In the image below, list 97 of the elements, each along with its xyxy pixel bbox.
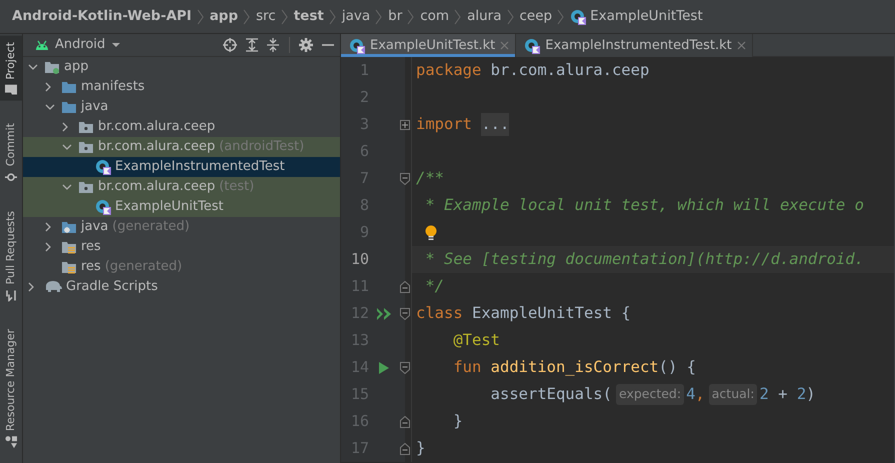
chevron-icon (407, 8, 416, 24)
tree-item[interactable]: Gradle Scripts (23, 277, 340, 297)
code-keyword: , (695, 384, 705, 405)
kotlin-class-icon (524, 38, 540, 54)
resource-folder-icon (61, 240, 77, 254)
code-function-name: addition_isCorrect (490, 356, 659, 378)
chevron-icon (454, 8, 462, 24)
breadcrumb-link[interactable]: src (256, 6, 276, 27)
lightbulb-icon[interactable] (425, 224, 437, 240)
breadcrumb-link[interactable]: com (420, 6, 450, 27)
code-keyword: fun (452, 356, 482, 378)
chevron-icon (557, 8, 566, 24)
package-folder-icon (78, 120, 94, 134)
chevron-icon (328, 8, 337, 24)
breadcrumb-link[interactable]: ceep (520, 6, 552, 27)
fold-end-icon[interactable] (400, 280, 410, 292)
folder-icon (61, 100, 77, 114)
tree-item[interactable]: res (generated) (23, 257, 340, 277)
resource-folder-icon (61, 260, 77, 274)
code-keyword: package (416, 60, 482, 81)
kotlin-class-icon (349, 38, 365, 54)
fold-start-icon[interactable] (400, 308, 410, 320)
expand-all-icon[interactable] (246, 38, 258, 52)
module-folder-icon (44, 60, 60, 74)
code-comment: /** (416, 168, 444, 189)
kotlin-class-icon (95, 199, 111, 215)
line-number: 10 (350, 249, 369, 270)
code-number: 2 (796, 384, 806, 405)
tree-item[interactable]: java (generated) (23, 217, 340, 237)
editor-tab[interactable]: ExampleUnitTest.kt (341, 34, 516, 57)
code-text: } (452, 410, 463, 432)
settings-icon[interactable] (299, 38, 313, 52)
tree-item[interactable]: br.com.alura.ceep (23, 117, 340, 137)
parameter-hint: actual: (708, 384, 758, 405)
tree-item[interactable]: ExampleUnitTest (23, 197, 340, 217)
folded-imports[interactable]: ... (481, 112, 510, 136)
code-text: ) (806, 384, 816, 405)
code-text: () { (658, 356, 696, 378)
expand-fold-icon[interactable] (400, 120, 410, 130)
shapes-icon (5, 436, 17, 448)
tool-window-tab[interactable]: Pull Requests (0, 204, 22, 308)
code-comment: */ (424, 276, 444, 297)
code-keyword: class (416, 302, 464, 324)
breadcrumb-link[interactable]: app (210, 6, 238, 27)
folder-icon (61, 80, 77, 94)
fold-end-icon[interactable] (400, 416, 410, 428)
package-folder-icon (78, 140, 94, 154)
code-text: assertEquals( (490, 384, 612, 405)
tree-item[interactable]: res (23, 237, 340, 257)
breadcrumb-link[interactable]: br (388, 6, 402, 27)
tool-window-tab[interactable]: Commit (0, 116, 22, 189)
caret-icon (111, 42, 122, 48)
fold-end-icon[interactable] (400, 442, 410, 454)
chevron-icon (196, 8, 205, 24)
breadcrumb-link[interactable]: ExampleUnitTest (590, 6, 703, 27)
editor-tab[interactable]: ExampleInstrumentedTest.kt (516, 34, 753, 57)
chevron-icon (280, 8, 289, 24)
code-text: br.com.alura.ceep (490, 60, 650, 81)
breadcrumb-link[interactable]: Android-Kotlin-Web-API (12, 6, 192, 27)
collapse-all-icon[interactable] (267, 38, 279, 52)
generated-folder-icon (61, 220, 77, 234)
elephant-icon (44, 280, 62, 294)
chevron-icon (243, 8, 251, 24)
crosshair-icon[interactable] (223, 38, 237, 52)
breadcrumb-link[interactable]: test (294, 6, 324, 27)
commit-icon (5, 170, 17, 183)
package-folder-icon (78, 180, 94, 194)
run-icon[interactable] (379, 362, 389, 374)
code-comment: * See [testing documentation](http://d.android. (424, 250, 864, 268)
code-text: + (777, 384, 788, 405)
tree-item[interactable]: ExampleInstrumentedTest (23, 157, 340, 177)
android-icon (35, 40, 49, 50)
tree-item[interactable]: app (23, 57, 340, 77)
fold-start-icon[interactable] (400, 362, 410, 374)
parameter-hint: expected: (616, 384, 684, 405)
view-dropdown[interactable]: Android (35, 35, 122, 55)
folder-icon (5, 84, 17, 95)
fold-start-icon[interactable] (400, 172, 410, 184)
code-comment: * Example local unit test, which will execute o (424, 194, 864, 216)
code-number: 4 (686, 384, 696, 405)
tool-window-tab[interactable]: Project (0, 36, 22, 101)
kotlin-class-icon (95, 159, 111, 175)
code-text: ExampleUnitTest { (472, 302, 631, 324)
kotlin-class-icon (570, 8, 586, 24)
code-text: } (416, 438, 426, 459)
breadcrumb-link[interactable]: alura (467, 6, 502, 27)
code-number: 2 (759, 384, 769, 405)
tool-window-tab[interactable]: Resource Manager (0, 323, 22, 454)
chevron-icon (375, 8, 384, 24)
tree-item[interactable]: java (23, 97, 340, 117)
code-keyword: import (416, 114, 473, 135)
code-annotation: @Test (452, 330, 500, 351)
pull-request-icon (5, 289, 17, 302)
tree-item[interactable]: manifests (23, 77, 340, 97)
chevron-icon (506, 8, 514, 24)
breadcrumb-link[interactable]: java (342, 6, 370, 27)
run-all-icon[interactable] (377, 308, 391, 320)
